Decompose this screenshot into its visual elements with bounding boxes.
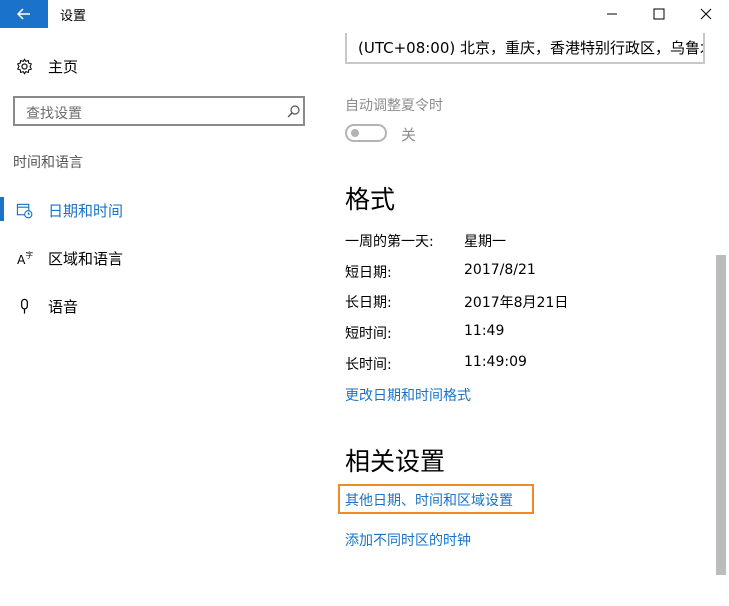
change-format-link[interactable]: 更改日期和时间格式 xyxy=(345,385,471,405)
format-label: 长日期: xyxy=(345,295,392,311)
format-value: 2017/8/21 xyxy=(464,262,536,278)
dst-state: 关 xyxy=(401,126,417,144)
dst-label: 自动调整夏令时 xyxy=(345,98,443,114)
sidebar-item-date-time[interactable]: 日期和时间 xyxy=(16,200,123,221)
scrollbar[interactable] xyxy=(716,255,726,575)
sidebar-item-label: 语音 xyxy=(48,298,79,316)
home-nav-item[interactable]: 主页 xyxy=(16,56,78,77)
toggle-knob xyxy=(351,129,359,137)
title-bar: 设置 xyxy=(0,0,729,28)
format-label: 短时间: xyxy=(345,326,392,342)
format-value: 11:49:09 xyxy=(464,354,527,370)
maximize-icon xyxy=(653,8,665,20)
svg-text:字: 字 xyxy=(25,250,33,260)
format-heading: 格式 xyxy=(345,185,396,214)
gear-icon xyxy=(16,58,33,75)
sidebar-item-region-language[interactable]: A 字 区域和语言 xyxy=(16,248,123,269)
active-indicator xyxy=(0,197,4,221)
timezone-value: (UTC+08:00) 北京，重庆，香港特别行政区，乌鲁木 xyxy=(358,39,705,57)
format-label: 长时间: xyxy=(345,357,392,373)
close-button[interactable] xyxy=(683,0,729,28)
language-icon: A 字 xyxy=(17,250,33,267)
minimize-button[interactable] xyxy=(589,0,635,28)
close-icon xyxy=(700,8,712,20)
dst-toggle[interactable] xyxy=(345,124,387,142)
format-label: 短日期: xyxy=(345,265,392,281)
sidebar-item-label: 日期和时间 xyxy=(48,202,124,220)
minimize-icon xyxy=(607,13,617,15)
format-value: 11:49 xyxy=(464,323,505,339)
section-label: 时间和语言 xyxy=(13,155,83,171)
related-settings-heading: 相关设置 xyxy=(345,447,446,476)
calendar-clock-icon xyxy=(16,203,33,219)
format-label: 一周的第一天: xyxy=(345,234,434,250)
additional-region-settings-link[interactable]: 其他日期、时间和区域设置 xyxy=(345,490,513,510)
timezone-dropdown[interactable]: (UTC+08:00) 北京，重庆，香港特别行政区，乌鲁木 xyxy=(345,33,705,64)
back-arrow-icon xyxy=(17,8,30,20)
home-label: 主页 xyxy=(48,58,79,76)
search-placeholder: 查找设置 xyxy=(26,106,82,122)
sidebar-item-label: 区域和语言 xyxy=(48,250,124,268)
maximize-button[interactable] xyxy=(636,0,682,28)
back-button[interactable] xyxy=(0,0,48,28)
format-value: 2017年8月21日 xyxy=(464,295,569,311)
add-clocks-link[interactable]: 添加不同时区的时钟 xyxy=(345,530,471,550)
search-icon xyxy=(287,105,300,118)
window-title: 设置 xyxy=(60,9,87,24)
sidebar-item-speech[interactable]: 语音 xyxy=(16,296,78,317)
search-input[interactable]: 查找设置 xyxy=(13,96,305,126)
microphone-icon xyxy=(21,298,28,314)
format-value: 星期一 xyxy=(464,234,506,250)
